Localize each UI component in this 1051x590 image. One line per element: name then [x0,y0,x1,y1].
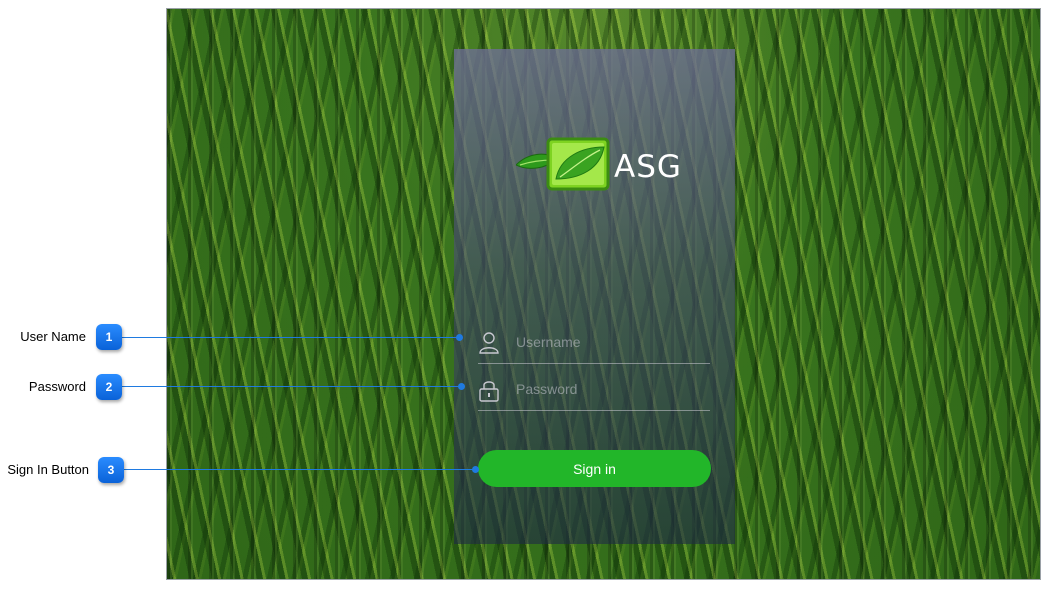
callout-anchor-1 [456,334,463,341]
password-input[interactable] [516,376,706,402]
callout-badge-1: 1 [96,324,122,350]
callout-leader-3 [124,469,476,470]
user-icon [478,331,500,355]
asg-logo: ASG [515,135,686,195]
login-panel: ASG Username Sign in [454,49,735,544]
password-field [478,370,710,411]
callout-leader-2 [122,386,462,387]
username-input[interactable] [516,329,706,355]
sign-in-button[interactable]: Sign in [478,450,711,487]
callout-anchor-2 [458,383,465,390]
callout-badge-2: 2 [96,374,122,400]
callout-label-user-name: User Name [20,329,86,344]
lock-icon [478,378,500,402]
callout-badge-3: 3 [98,457,124,483]
callout-label-password: Password [28,379,86,394]
brand-name: ASG [614,149,682,185]
login-screen-background: ASG Username Sign in [166,8,1041,580]
username-field [478,323,710,364]
documentation-figure: ASG Username Sign in User Name 1 Passwor… [0,0,1051,590]
callout-label-sign-in-button: Sign In Button [7,462,89,477]
asg-leaf-logo-icon [515,137,610,191]
callout-anchor-3 [472,466,479,473]
callout-leader-1 [122,337,460,338]
